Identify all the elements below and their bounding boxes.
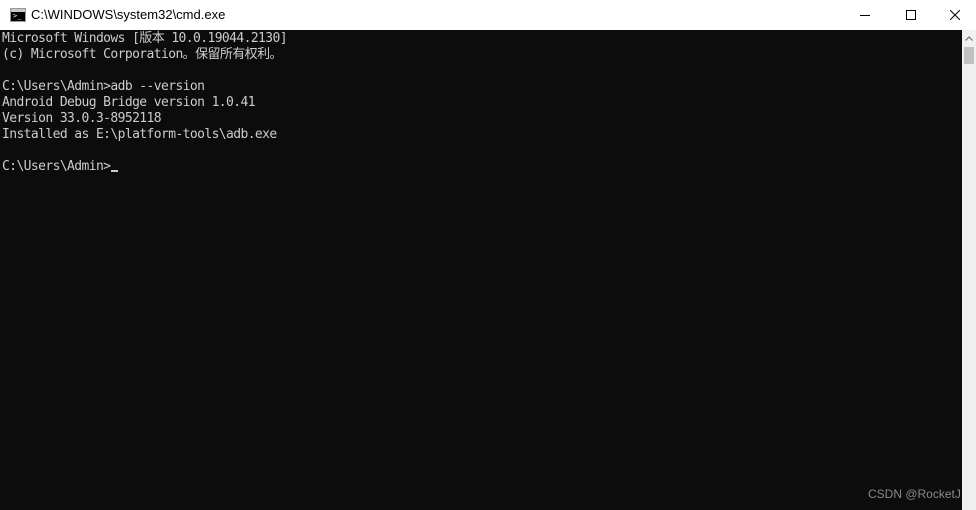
- watermark-text: CSDN @RocketJ: [868, 487, 961, 501]
- console-output[interactable]: Microsoft Windows [版本 10.0.19044.2130] (…: [0, 30, 962, 510]
- window-title: C:\WINDOWS\system32\cmd.exe: [31, 7, 226, 22]
- close-icon: [950, 10, 960, 20]
- maximize-button[interactable]: [888, 0, 934, 30]
- minimize-button[interactable]: [842, 0, 888, 30]
- console-line: Microsoft Windows [版本 10.0.19044.2130]: [2, 31, 288, 46]
- console-line: Version 33.0.3-8952118: [2, 111, 162, 126]
- console-line: Installed as E:\platform-tools\adb.exe: [2, 127, 277, 142]
- chevron-up-icon: [965, 28, 973, 46]
- title-bar[interactable]: >_ C:\WINDOWS\system32\cmd.exe: [0, 0, 976, 30]
- scroll-up-button[interactable]: [962, 30, 976, 44]
- console-lines: Microsoft Windows [版本 10.0.19044.2130] (…: [2, 31, 288, 175]
- minimize-icon: [860, 10, 870, 20]
- console-line: (c) Microsoft Corporation。保留所有权利。: [2, 47, 282, 62]
- console-line: C:\Users\Admin>adb --version: [2, 79, 205, 94]
- prompt-line[interactable]: C:\Users\Admin>: [2, 159, 287, 175]
- text-cursor: [111, 170, 119, 172]
- vertical-scrollbar[interactable]: [962, 30, 976, 510]
- prompt-text: C:\Users\Admin>: [2, 159, 111, 174]
- maximize-icon: [906, 10, 916, 20]
- cmd-prompt-icon[interactable]: >_: [10, 8, 26, 22]
- console-line: Android Debug Bridge version 1.0.41: [2, 95, 256, 110]
- scroll-thumb[interactable]: [964, 47, 974, 64]
- cmd-window: >_ C:\WINDOWS\system32\cmd.exe Microsoft…: [0, 0, 976, 510]
- close-button[interactable]: [934, 0, 976, 30]
